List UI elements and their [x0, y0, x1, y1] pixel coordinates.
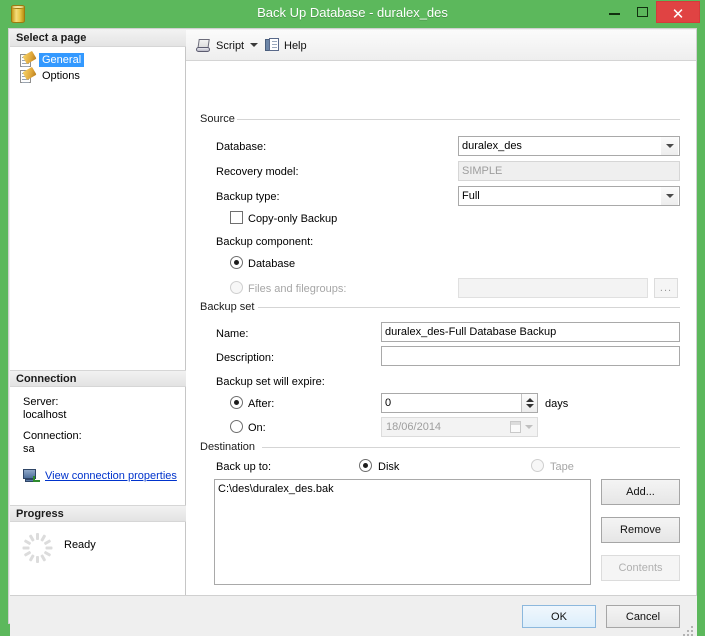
server-label: Server: [23, 396, 59, 408]
stepper-up-icon[interactable] [526, 398, 534, 402]
backup-set-expire-label: Backup set will expire: [216, 376, 325, 388]
window-frame: Back Up Database - duralex_des ✕ Select … [0, 0, 705, 636]
backup-set-name-input[interactable]: duralex_des-Full Database Backup [381, 322, 680, 342]
backup-set-description-label: Description: [216, 352, 275, 364]
sidebar-item-label: Options [42, 70, 80, 82]
recovery-model-value: SIMPLE [462, 165, 503, 177]
help-icon [265, 38, 280, 53]
destination-group-divider [262, 447, 680, 448]
progress-section-header: Progress [10, 505, 186, 522]
recovery-model-field: SIMPLE [458, 161, 680, 181]
resize-grip[interactable] [683, 626, 694, 636]
content-pane: Script Help Source Database: duralex_des… [186, 30, 696, 595]
network-connection-icon [23, 469, 40, 483]
expire-after-radio[interactable] [230, 396, 243, 409]
script-button[interactable]: Script [196, 36, 244, 55]
title-bar: Back Up Database - duralex_des ✕ [0, 0, 705, 28]
destination-paths-listbox[interactable]: C:\des\duralex_des.bak [214, 479, 591, 585]
script-dropdown-chevron-down-icon[interactable] [250, 43, 258, 47]
destination-group-title: Destination [200, 441, 261, 453]
select-a-page-header: Select a page [10, 30, 186, 47]
expire-after-label[interactable]: After: [248, 398, 274, 410]
sidebar-item-label: General [39, 53, 85, 67]
expire-on-date-value: 18/06/2014 [386, 421, 442, 433]
view-connection-properties-row[interactable]: View connection properties [23, 469, 177, 483]
calendar-icon [510, 421, 521, 433]
sidebar-item-general[interactable]: General [20, 50, 85, 68]
component-files-label: Files and filegroups: [248, 283, 347, 295]
backup-type-combo-value: Full [462, 190, 480, 202]
view-connection-properties-link[interactable]: View connection properties [45, 470, 177, 482]
source-group-title: Source [200, 113, 240, 125]
component-database-label[interactable]: Database [248, 258, 295, 270]
close-button[interactable]: ✕ [656, 1, 700, 23]
close-icon: ✕ [671, 6, 685, 23]
connection-value: sa [23, 443, 35, 455]
destination-tape-label: Tape [550, 461, 574, 473]
minimize-button[interactable] [600, 1, 628, 23]
copy-only-backup-checkbox[interactable] [230, 211, 243, 224]
back-up-to-label: Back up to: [216, 461, 272, 473]
backup-component-label: Backup component: [216, 236, 314, 248]
server-value: localhost [23, 409, 67, 421]
chevron-down-icon[interactable] [661, 137, 678, 155]
dialog-toolbar: Script Help [186, 30, 696, 61]
component-database-radio[interactable] [230, 256, 243, 269]
script-button-label: Script [216, 39, 245, 52]
database-label: Database: [216, 141, 267, 153]
dialog-client-area: Select a page General Options Connection… [8, 28, 697, 636]
page-icon [20, 66, 37, 83]
contents-button: Contents [601, 555, 680, 581]
expire-on-date-picker[interactable]: 18/06/2014 [381, 417, 538, 437]
backup-database-dialog: Back Up Database - duralex_des ✕ Select … [0, 0, 705, 636]
cancel-button[interactable]: Cancel [606, 605, 680, 628]
progress-spinner-icon [22, 533, 52, 563]
destination-tape-radio [531, 459, 544, 472]
backup-set-group-divider [258, 307, 680, 308]
ok-button[interactable]: OK [522, 605, 596, 628]
source-group-divider [237, 119, 680, 120]
expire-after-days-value: 0 [385, 397, 392, 409]
stepper-down-icon[interactable] [526, 404, 534, 408]
add-destination-button[interactable]: Add... [601, 479, 680, 505]
days-label: days [545, 398, 569, 410]
connection-label: Connection: [23, 430, 82, 442]
database-combo-value: duralex_des [462, 140, 522, 152]
connection-section-header: Connection [10, 370, 186, 387]
destination-disk-radio[interactable] [359, 459, 372, 472]
backup-set-name-label: Name: [216, 328, 249, 340]
expire-on-label[interactable]: On: [248, 422, 266, 434]
expire-after-days-input[interactable]: 0 [381, 393, 538, 413]
general-page-content: Source Database: duralex_des Recovery mo… [186, 61, 696, 595]
sidebar-item-options[interactable]: Options [20, 66, 83, 84]
recovery-model-label: Recovery model: [216, 166, 299, 178]
remove-destination-button[interactable]: Remove [601, 517, 680, 543]
chevron-down-icon[interactable] [525, 425, 533, 429]
script-icon [196, 38, 212, 53]
destination-disk-label[interactable]: Disk [378, 461, 399, 473]
list-item[interactable]: C:\des\duralex_des.bak [218, 483, 590, 495]
maximize-button[interactable] [628, 1, 656, 23]
files-browse-button: ... [654, 278, 678, 298]
minimize-icon [609, 13, 620, 15]
backup-set-description-input[interactable] [381, 346, 680, 366]
progress-status-text: Ready [64, 539, 96, 551]
backup-type-label: Backup type: [216, 191, 280, 203]
database-combo[interactable]: duralex_des [458, 136, 680, 156]
dialog-footer: OK Cancel [10, 595, 697, 636]
backup-set-name-value: duralex_des-Full Database Backup [385, 326, 557, 338]
help-button-label: Help [284, 39, 307, 52]
component-files-radio [230, 281, 243, 294]
help-button[interactable]: Help [265, 36, 307, 55]
copy-only-backup-label[interactable]: Copy-only Backup [248, 213, 337, 225]
expire-on-radio[interactable] [230, 420, 243, 433]
expire-after-stepper[interactable] [521, 394, 537, 412]
maximize-icon [637, 7, 648, 17]
chevron-down-icon[interactable] [661, 187, 678, 205]
files-and-filegroups-field [458, 278, 648, 298]
backup-set-group-title: Backup set [200, 301, 260, 313]
page-icon [20, 50, 37, 67]
backup-type-combo[interactable]: Full [458, 186, 680, 206]
page-selector-pane: Select a page General Options Connection… [10, 30, 186, 595]
